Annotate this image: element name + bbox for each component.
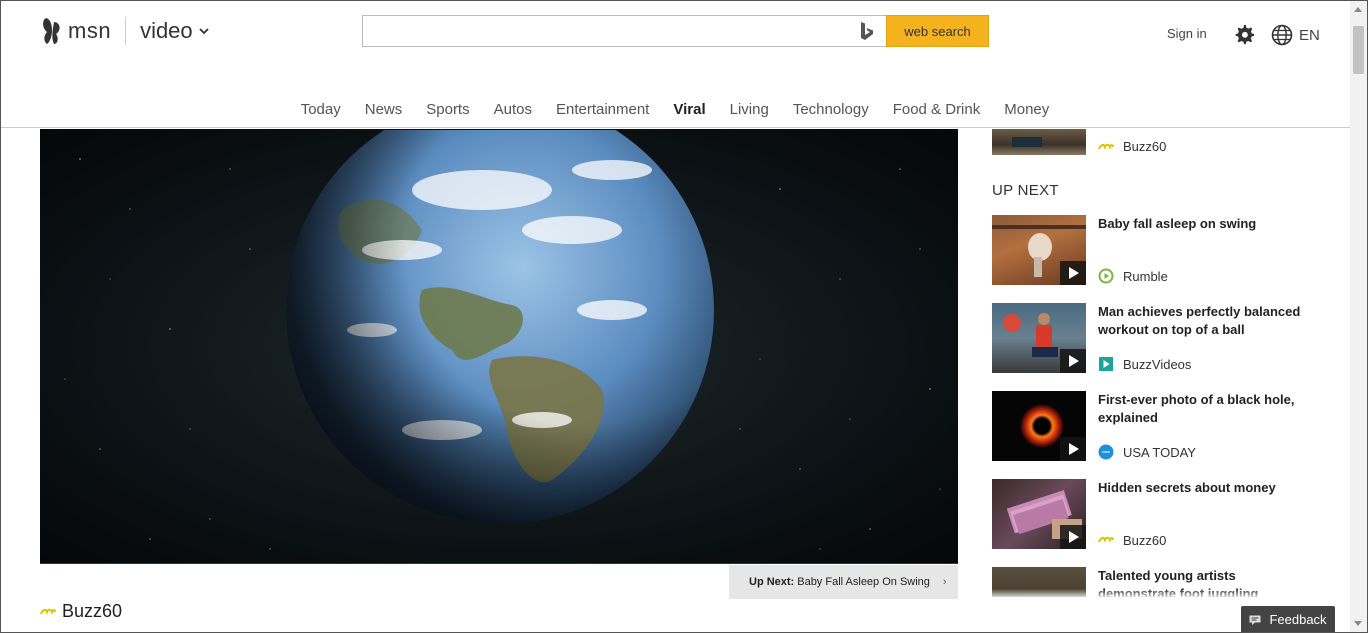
buzz60-icon	[40, 608, 56, 615]
up-next-card[interactable]: Talented young artists demonstrate foot …	[992, 567, 1312, 597]
nav-item-viral[interactable]: Viral	[661, 98, 717, 122]
previous-video-source: Buzz60	[1098, 139, 1166, 154]
msn-logo[interactable]: msn video	[40, 16, 209, 46]
bing-icon	[861, 22, 873, 40]
scroll-fade	[992, 589, 1312, 597]
scroll-up-arrow-icon[interactable]	[1354, 7, 1362, 12]
nav-item-autos[interactable]: Autos	[482, 98, 544, 122]
card-source: BuzzVideos	[1098, 356, 1191, 372]
buzz60-icon	[1098, 143, 1114, 150]
feedback-label: Feedback	[1269, 612, 1327, 627]
buzzvideos-icon	[1099, 357, 1113, 371]
chevron-down-icon	[199, 28, 209, 35]
video-player[interactable]	[40, 129, 958, 564]
card-title[interactable]: First-ever photo of a black hole, explai…	[1098, 391, 1312, 427]
up-next-label: Up Next:	[749, 576, 795, 588]
source-name: BuzzVideos	[1123, 356, 1192, 372]
globe-icon[interactable]	[1271, 24, 1293, 46]
feedback-button[interactable]: Feedback	[1241, 606, 1335, 633]
nav-item-sports[interactable]: Sports	[414, 98, 481, 122]
play-icon	[1060, 437, 1086, 461]
up-next-card[interactable]: First-ever photo of a black hole, explai…	[992, 391, 1312, 463]
comment-icon	[1249, 615, 1261, 625]
scroll-down-arrow-icon[interactable]	[1354, 621, 1362, 626]
card-source: USA TODAY	[1098, 444, 1196, 460]
web-search-button[interactable]: web search	[886, 15, 989, 47]
play-icon	[1060, 349, 1086, 373]
source-name: Buzz60	[1123, 139, 1167, 154]
chevron-right-icon: ›	[942, 576, 947, 588]
source-name: Buzz60	[1123, 532, 1167, 548]
nav-item-news[interactable]: News	[353, 98, 415, 122]
msn-butterfly-icon	[43, 18, 60, 44]
search-bar: web search	[362, 15, 989, 47]
card-title[interactable]: Hidden secrets about money	[1098, 479, 1312, 497]
nav-item-living[interactable]: Living	[718, 98, 781, 122]
previous-video-thumbnail[interactable]	[992, 129, 1086, 155]
brand-divider	[125, 17, 127, 45]
nav-item-today[interactable]: Today	[289, 98, 353, 122]
provider-name: Buzz60	[62, 601, 123, 621]
card-title[interactable]: Man achieves perfectly balanced workout …	[1098, 303, 1312, 339]
source-name: Rumble	[1123, 268, 1168, 284]
play-icon	[1060, 261, 1086, 285]
brand-name: msn	[68, 18, 112, 43]
up-next-title: Baby Fall Asleep On Swing	[797, 576, 930, 588]
nav-item-food-drink[interactable]: Food & Drink	[881, 98, 993, 122]
card-title[interactable]: Baby fall asleep on swing	[1098, 215, 1312, 233]
up-next-card[interactable]: Hidden secrets about money Buzz60	[992, 479, 1312, 551]
card-source: Rumble	[1098, 268, 1168, 284]
section-label: video	[140, 18, 193, 43]
source-name: USA TODAY	[1123, 444, 1196, 460]
video-thumbnail[interactable]	[992, 303, 1086, 373]
earth-image	[286, 130, 714, 524]
usatoday-icon	[1098, 444, 1114, 460]
page-scrollbar[interactable]	[1350, 1, 1367, 632]
category-nav: Today News Sports Autos Entertainment Vi…	[0, 98, 1350, 128]
video-thumbnail[interactable]	[992, 215, 1086, 285]
up-next-card[interactable]: Man achieves perfectly balanced workout …	[992, 303, 1312, 375]
sign-in-link[interactable]: Sign in	[1167, 26, 1207, 41]
video-provider[interactable]: Buzz60	[40, 601, 122, 622]
nav-item-money[interactable]: Money	[992, 98, 1061, 122]
search-input[interactable]	[362, 15, 886, 47]
up-next-bar[interactable]: Up Next: Baby Fall Asleep On Swing ›	[729, 565, 958, 599]
video-thumbnail[interactable]	[992, 391, 1086, 461]
scroll-thumb[interactable]	[1353, 26, 1364, 74]
up-next-card[interactable]: Baby fall asleep on swing Rumble	[992, 215, 1312, 287]
language-label[interactable]: EN	[1299, 27, 1320, 44]
play-icon	[1060, 525, 1086, 549]
gear-icon[interactable]	[1233, 23, 1255, 45]
card-source: Buzz60	[1098, 532, 1166, 548]
section-dropdown[interactable]: video	[140, 18, 209, 44]
rumble-icon	[1098, 268, 1114, 284]
up-next-heading: UP NEXT	[992, 182, 1059, 199]
nav-item-technology[interactable]: Technology	[781, 98, 881, 122]
nav-item-entertainment[interactable]: Entertainment	[544, 98, 661, 122]
video-thumbnail[interactable]	[992, 479, 1086, 549]
buzz60-icon	[1098, 536, 1114, 544]
